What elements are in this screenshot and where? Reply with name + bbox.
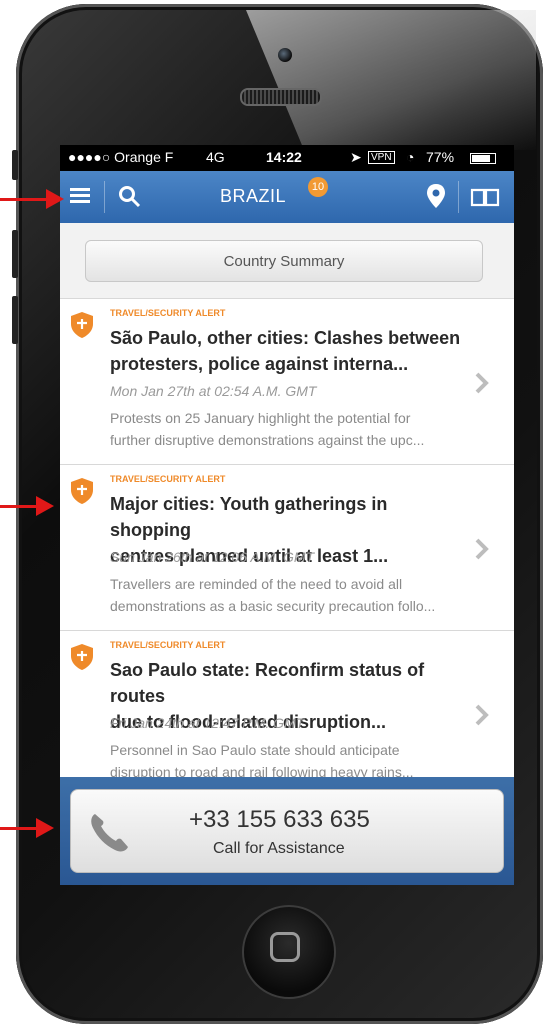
earpiece-speaker	[240, 88, 322, 106]
nav-bar: BRAZIL 10	[60, 171, 514, 223]
alert-list-item[interactable]: TRAVEL/SECURITY ALERT Sao Paulo state: R…	[60, 630, 514, 796]
alert-list-item[interactable]: TRAVEL/SECURITY ALERT São Paulo, other c…	[60, 298, 514, 464]
annotation-arrow-head	[46, 189, 64, 209]
battery-icon	[470, 153, 496, 164]
book-icon[interactable]	[470, 187, 500, 212]
alert-date: Sun Jan 26th at 12:06 A.M. GMT	[110, 549, 315, 565]
annotation-arrow-head	[36, 818, 54, 838]
shield-alert-icon	[71, 312, 93, 338]
phone-icon	[91, 814, 128, 852]
alarm-icon: ◔	[406, 149, 415, 165]
front-camera	[278, 48, 292, 62]
chevron-right-icon	[475, 704, 489, 726]
volume-down-button	[12, 296, 18, 344]
page-title: BRAZIL	[220, 186, 287, 206]
shield-alert-icon	[71, 478, 93, 504]
call-label: Call for Assistance	[213, 840, 345, 857]
vpn-badge: VPN	[368, 151, 395, 164]
chevron-right-icon	[475, 538, 489, 560]
alert-list-item[interactable]: TRAVEL/SECURITY ALERT Major cities: Yout…	[60, 464, 514, 630]
carrier-label: ●●●●○ Orange F	[68, 149, 174, 165]
volume-up-button	[12, 230, 18, 278]
clock: 14:22	[266, 149, 302, 165]
assistance-phone-number: +33 155 633 635	[189, 806, 370, 833]
alert-date: Fri Jan 24th at 12:47 P.M. GMT	[110, 715, 305, 731]
location-pin-icon[interactable]	[426, 183, 446, 214]
alert-date: Mon Jan 27th at 02:54 A.M. GMT	[110, 383, 317, 399]
alert-category: TRAVEL/SECURITY ALERT	[110, 308, 226, 318]
menu-icon[interactable]	[70, 185, 92, 212]
search-icon[interactable]	[118, 185, 142, 214]
alert-summary: Protests on 25 January highlight the pot…	[110, 410, 425, 448]
battery-percent: 77%	[426, 149, 455, 165]
alert-title: São Paulo, other cities: Clashes between…	[110, 328, 461, 374]
annotation-arrow	[0, 198, 52, 201]
call-assistance-bar: +33 155 633 635 Call for Assistance	[60, 777, 514, 885]
network-label: 4G	[206, 149, 225, 165]
mute-switch	[12, 150, 18, 180]
home-square-icon	[270, 932, 300, 962]
app-screen: ●●●●○ Orange F 4G 14:22 ➤ VPN ◔ 77% BRAZ…	[60, 145, 514, 885]
call-assistance-button[interactable]: +33 155 633 635 Call for Assistance	[70, 789, 504, 873]
annotation-arrow-head	[36, 496, 54, 516]
shield-alert-icon	[71, 644, 93, 670]
chevron-right-icon	[475, 372, 489, 394]
status-bar: ●●●●○ Orange F 4G 14:22 ➤ VPN ◔ 77%	[60, 145, 514, 171]
alert-category: TRAVEL/SECURITY ALERT	[110, 640, 226, 650]
alert-category: TRAVEL/SECURITY ALERT	[110, 474, 226, 484]
country-summary-button[interactable]: Country Summary	[85, 240, 483, 282]
location-arrow-icon: ➤	[350, 149, 362, 165]
alert-summary: Travellers are reminded of the need to a…	[110, 576, 436, 614]
alert-count-badge: 10	[308, 177, 328, 197]
